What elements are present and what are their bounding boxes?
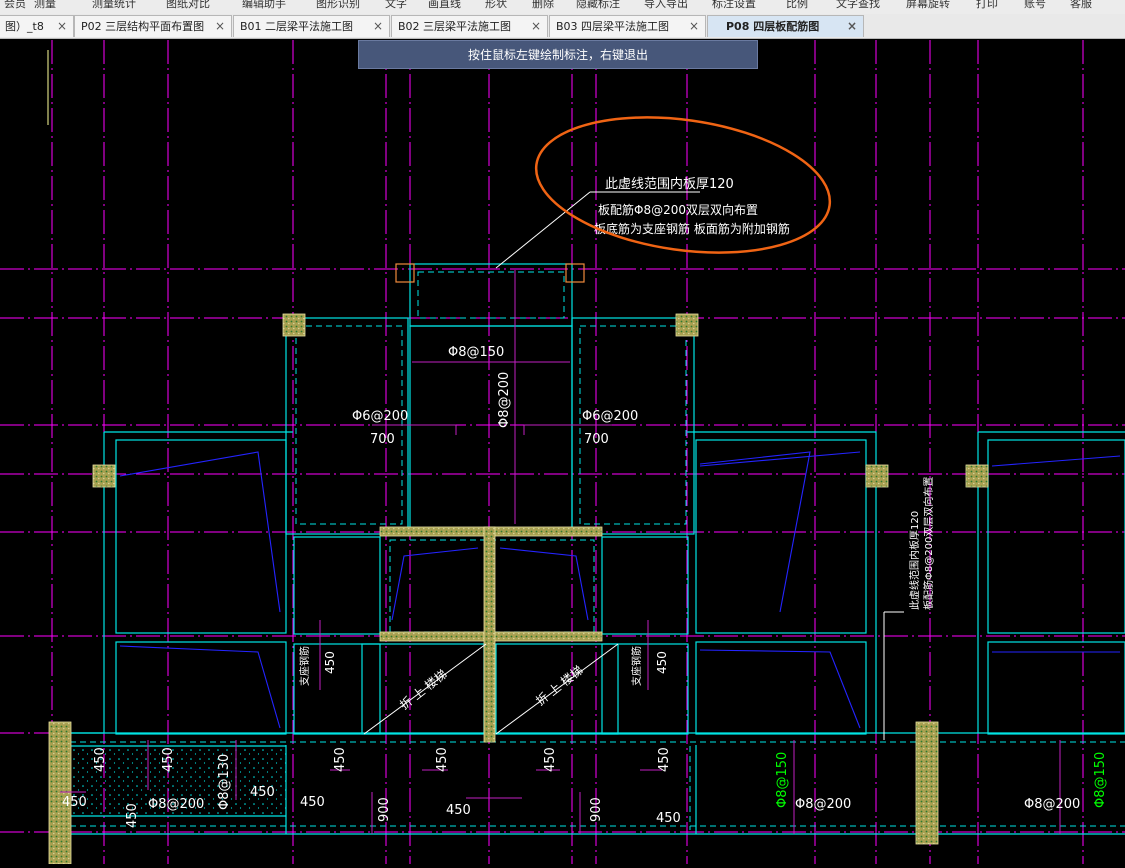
menu-item-measure-stats[interactable]: 测量统计 [92,0,136,11]
menu-item-service[interactable]: 客服 [1070,0,1092,11]
menu-item-text-search[interactable]: 文字查找 [836,0,880,11]
tab-b01[interactable]: B01 二层梁平法施工图 × [233,15,390,37]
menu-item-rotate[interactable]: 屏幕旋转 [906,0,950,11]
label-top-rebar: Φ8@150 [448,345,504,360]
label-450-2: 450 [161,747,176,772]
label-450-4: 450 [250,785,275,800]
label-450-10: 450 [657,747,672,772]
svg-text:板配筋Φ8@200双层双向布置: 板配筋Φ8@200双层双向布置 [922,477,935,610]
tab-p08-active[interactable]: P08 四层板配筋图 × [707,15,864,37]
menu-item-import-export[interactable]: 导入导出 [644,0,688,11]
tab-label: B02 三层梁平法施工图 [398,20,512,33]
svg-text:此虚线范围内板厚120: 此虚线范围内板厚120 [908,511,921,610]
label-450-12: 450 [656,811,681,826]
menu-item-member[interactable]: 会员 [4,0,26,11]
rebar-lines [119,451,1121,729]
tab-p02[interactable]: P02 三层结构平面布置图 × [74,15,232,37]
label-stair-note-left: 支座钢筋 [298,646,311,686]
menu-item-line[interactable]: 画直线 [428,0,461,11]
label-center-vertical: Φ8@200 [497,372,512,428]
label-450-6: 450 [300,795,325,810]
label-rebar-200-b: Φ8@200 [795,797,851,812]
menu-item-recognize[interactable]: 图形识别 [316,0,360,11]
close-icon[interactable]: × [57,16,67,37]
label-left-rebar: Φ6@200 [352,409,408,424]
annotation-rebar: 板配筋Φ8@200双层双向布置 [598,202,758,217]
tab-label: B03 四层梁平法施工图 [556,20,670,33]
label-450-11: 450 [446,803,471,818]
label-450-1: 450 [93,747,108,772]
tab-b02[interactable]: B02 三层梁平法施工图 × [391,15,548,37]
label-rebar-130: Φ8@130 [217,754,232,810]
cad-drawing[interactable]: 此虚线范围内板厚120 板配筋Φ8@200双层双向布置 板底筋为支座钢筋 板面筋… [0,39,1125,865]
close-icon[interactable]: × [373,16,383,37]
document-tab-bar: 图）_t8 × P02 三层结构平面布置图 × B01 二层梁平法施工图 × B… [0,14,1125,39]
menu-item-print[interactable]: 打印 [976,0,998,11]
annotation-rebar-note: 板底筋为支座钢筋 板面筋为附加钢筋 [594,221,790,236]
close-icon[interactable]: × [689,16,699,37]
tab-label: P02 三层结构平面布置图 [81,20,205,33]
menu-item-mark-settings[interactable]: 标注设置 [712,0,756,11]
menu-item-scale[interactable]: 比例 [786,0,808,11]
menu-item-edit-assistant[interactable]: 编辑助手 [242,0,286,11]
menu-item-measure[interactable]: 测量 [34,0,56,11]
label-stair-note-right: 支座钢筋 [630,646,643,686]
label-left-length: 700 [370,432,395,447]
close-icon[interactable]: × [215,16,225,37]
close-icon[interactable]: × [847,16,857,37]
tab-b03[interactable]: B03 四层梁平法施工图 × [549,15,706,37]
label-v450-b: 450 [655,651,669,674]
label-450-9: 450 [543,747,558,772]
tab-document-t8[interactable]: 图）_t8 × [0,15,74,37]
menu-item-hide-marks[interactable]: 隐藏标注 [576,0,620,11]
label-450-3: 450 [62,795,87,810]
label-450-5: 450 [125,803,140,828]
menu-item-delete[interactable]: 删除 [532,0,554,11]
label-stair-left: 折 上 楼梯 [397,666,450,712]
side-note: 此虚线范围内板厚120 板配筋Φ8@200双层双向布置 [908,477,935,610]
menu-item-compare[interactable]: 图纸对比 [166,0,210,11]
tab-label: 图）_t8 [5,20,44,33]
axis-grid [0,40,1125,864]
column-markers [395,263,585,283]
menu-item-account[interactable]: 账号 [1024,0,1046,11]
menu-item-shape[interactable]: 形状 [485,0,507,11]
label-v450-a: 450 [323,651,337,674]
label-900-2: 900 [589,797,604,822]
label-450-8: 450 [435,747,450,772]
menu-bar: 会员 测量 测量统计 图纸对比 编辑助手 图形识别 文字 画直线 形状 删除 隐… [0,0,1125,15]
label-rebar-200-a: Φ8@200 [148,797,204,812]
label-rebar-200-c: Φ8@200 [1024,797,1080,812]
menu-item-text[interactable]: 文字 [385,0,407,11]
label-450-7: 450 [333,747,348,772]
label-right-rebar: Φ6@200 [582,409,638,424]
drawing-mode-hint: 按住鼠标左键绘制标注，右键退出 [358,40,758,69]
label-900-1: 900 [377,797,392,822]
label-right-length: 700 [584,432,609,447]
label-stair-right: 折 上 楼梯 [533,662,586,708]
annotation-thickness: 此虚线范围内板厚120 [605,176,734,192]
label-rebar-150-b: Φ8@150 [1093,752,1108,808]
drawing-canvas[interactable]: 此虚线范围内板厚120 板配筋Φ8@200双层双向布置 板底筋为支座钢筋 板面筋… [0,39,1125,865]
label-rebar-150-a: Φ8@150 [775,752,790,808]
close-icon[interactable]: × [531,16,541,37]
tab-label: B01 二层梁平法施工图 [240,20,354,33]
tab-label: P08 四层板配筋图 [726,20,820,33]
